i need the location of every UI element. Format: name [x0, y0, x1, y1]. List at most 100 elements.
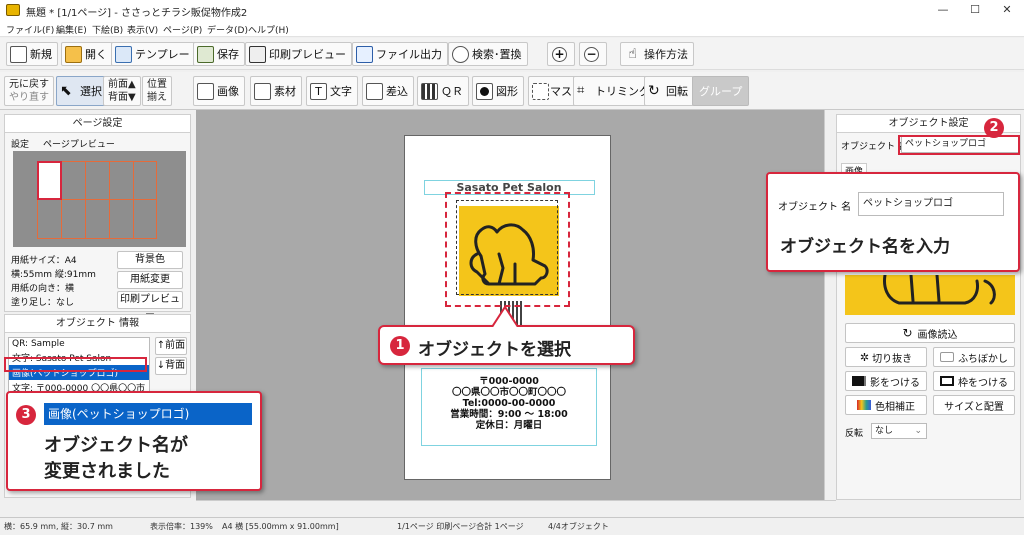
image-tool-button[interactable]: 画像 — [193, 76, 245, 106]
closed-day-text: 定休日：月曜日 — [475, 420, 543, 431]
printer-icon — [249, 45, 266, 63]
menu-view[interactable]: 表示(V) — [127, 23, 158, 36]
zoom-out-button[interactable]: − — [579, 42, 607, 66]
callout-instruction-text: オブジェクト名を入力 — [780, 237, 950, 257]
export-button[interactable]: ファイル出力 — [352, 42, 448, 66]
cutout-icon: ✲ — [859, 350, 870, 364]
shadow-icon — [852, 376, 866, 386]
new-button[interactable]: 新規 — [6, 42, 58, 66]
step-3-callout: 3 画像(ペットショップロゴ) オブジェクト名が 変更されました — [6, 391, 262, 491]
callout-name-label: オブジェクト 名 — [778, 202, 852, 213]
howto-label: 操作方法 — [644, 48, 688, 61]
group-tool-button[interactable]: グループ — [692, 76, 750, 106]
object-info-header: オブジェクト 情報 — [5, 315, 190, 333]
border-blur-button[interactable]: ふちぼかし — [933, 347, 1015, 367]
flip-label: 反転 — [845, 429, 864, 439]
menu-edit[interactable]: 編集(E) — [56, 23, 87, 36]
menu-page[interactable]: ページ(P) — [163, 23, 202, 36]
shadow-button[interactable]: 影をつける — [845, 371, 927, 391]
paper-info: A4 横 [55.00mm x 91.00mm] — [222, 522, 339, 531]
zoom-in-button[interactable]: + — [547, 42, 575, 66]
menu-help[interactable]: ヘルプ(H) — [248, 23, 289, 36]
paper-size-text: 用紙サイズ：A4 — [11, 256, 77, 266]
tab-page-preview[interactable]: ページプレビュー — [43, 137, 115, 150]
align-button[interactable]: 位置 揃え — [142, 76, 172, 106]
align-label-1: 位置 — [147, 79, 167, 90]
template-label: テンプレート — [135, 48, 201, 61]
bring-front-button[interactable]: 前面▲ — [108, 78, 136, 91]
horizontal-scrollbar[interactable] — [196, 500, 836, 514]
step-3-text-2: 変更されました — [44, 461, 170, 482]
color-adjust-icon — [857, 400, 871, 410]
open-label: 開く — [85, 48, 107, 61]
send-back-button[interactable]: 背面▼ — [108, 91, 136, 104]
close-button[interactable]: ✕ — [992, 2, 1022, 18]
find-replace-button[interactable]: 検索･置換 — [448, 42, 528, 66]
menu-draft[interactable]: 下絵(B) — [92, 23, 123, 36]
material-tool-button[interactable]: 素材 — [250, 76, 302, 106]
flip-select-value: なし — [875, 426, 894, 436]
frame-button[interactable]: 枠をつける — [933, 371, 1015, 391]
text-tool-button[interactable]: T 文字 — [306, 76, 358, 106]
menu-file[interactable]: ファイル(F) — [6, 23, 54, 36]
postal-code-text: 〒000-0000 — [479, 376, 539, 387]
list-item[interactable]: QR: Sample — [9, 338, 149, 350]
logo-preview-icon — [883, 275, 996, 305]
menu-data[interactable]: データ(D) — [207, 23, 248, 36]
cutout-button[interactable]: ✲ 切り抜き — [845, 347, 927, 367]
open-button[interactable]: 開く — [61, 42, 113, 66]
load-image-label: 画像読込 — [917, 329, 958, 341]
border-blur-label: ふちぼかし — [958, 353, 1008, 365]
redo-button[interactable]: やり直す — [9, 91, 49, 104]
step-1-badge: 1 — [390, 336, 410, 356]
image-icon — [197, 82, 214, 100]
export-icon — [356, 45, 373, 63]
address-block: 〒000-0000 〇〇県〇〇市〇〇町〇〇〇 Tel:0000-00-0000 … — [423, 376, 595, 431]
paper-dims-text: 横:55mm 縦:91mm — [11, 270, 96, 280]
list-front-button[interactable]: ↑前面 — [155, 337, 187, 355]
rotate-tool-button[interactable]: ↻ 回転 — [644, 76, 694, 106]
export-label: ファイル出力 — [376, 48, 442, 61]
step-2-callout: オブジェクト 名 ペットショップロゴ オブジェクト名を入力 — [766, 172, 1020, 272]
change-paper-button[interactable]: 用紙変更 — [117, 271, 183, 289]
undo-button[interactable]: 元に戻す — [9, 78, 49, 91]
page-preview-thumbnail — [13, 151, 186, 247]
tel-text: Tel:0000-00-0000 — [462, 398, 556, 409]
flip-select[interactable]: なし ⌄ — [871, 423, 927, 439]
howto-button[interactable]: ☝ 操作方法 — [620, 42, 694, 66]
select-tool-button[interactable]: ⬉ 選択 — [56, 76, 108, 106]
shape-tool-label: 図形 — [496, 85, 518, 98]
vertical-scrollbar[interactable] — [824, 110, 836, 500]
size-position-button[interactable]: サイズと配置 — [933, 395, 1015, 415]
crop-icon: ⌗ — [577, 82, 585, 98]
callout-pointer-1 — [491, 305, 519, 327]
shape-icon — [476, 82, 493, 100]
object-count: 4/4オブジェクト — [548, 522, 609, 531]
background-color-button[interactable]: 背景色 — [117, 251, 183, 269]
color-adjust-button[interactable]: 色相補正 — [845, 395, 927, 415]
minimize-button[interactable]: — — [928, 2, 958, 18]
hand-pointer-icon: ☝ — [628, 45, 637, 62]
new-document-icon — [10, 45, 27, 63]
window-title: 無題 * [1/1ページ] - ささっとチラシ販促物作成2 — [26, 8, 248, 19]
print-preview-button[interactable]: 印刷プレビュー — [245, 42, 352, 66]
main-toolbar: 新規 開く テンプレート 保存 印刷プレビュー ファイル出力 検索･置換 + −… — [0, 38, 1024, 70]
load-image-button[interactable]: ↻ 画像読込 — [845, 323, 1015, 343]
print-preview-side-button[interactable]: 印刷プレビュー — [117, 291, 183, 321]
material-tool-label: 素材 — [274, 85, 296, 98]
save-button[interactable]: 保存 — [193, 42, 245, 66]
shape-tool-button[interactable]: 図形 — [472, 76, 524, 106]
template-icon — [115, 45, 132, 63]
text-tool-label: 文字 — [330, 85, 352, 98]
color-adjust-label: 色相補正 — [875, 401, 915, 413]
address-text: 〇〇県〇〇市〇〇町〇〇〇 — [451, 387, 566, 398]
bleed-text: 塗り足し：なし — [11, 298, 75, 308]
select-label: 選択 — [80, 85, 102, 98]
tab-settings[interactable]: 設定 — [11, 137, 29, 150]
qr-tool-label: ＱＲ — [441, 85, 463, 98]
merge-tool-button[interactable]: 差込 — [362, 76, 414, 106]
find-replace-label: 検索･置換 — [472, 48, 522, 61]
maximize-button[interactable]: ☐ — [960, 2, 990, 18]
qr-tool-button[interactable]: ＱＲ — [417, 76, 469, 106]
list-back-button[interactable]: ↓背面 — [155, 357, 187, 375]
